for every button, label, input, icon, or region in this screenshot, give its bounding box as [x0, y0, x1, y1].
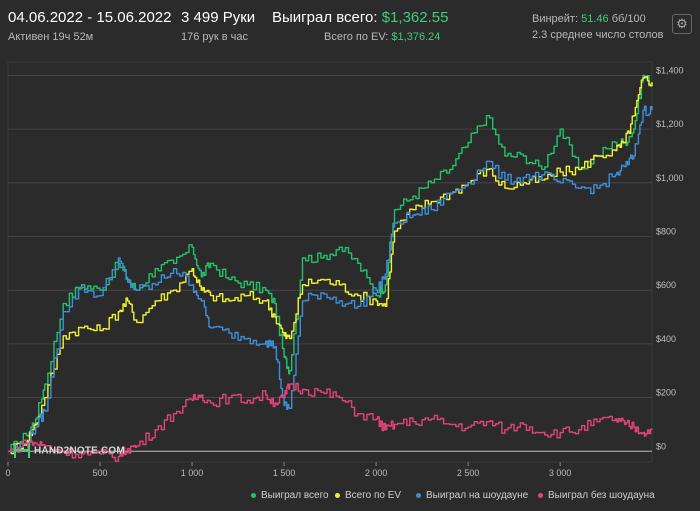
logo-text: HAND2NOTE.COM: [34, 445, 125, 457]
y-tick-label: $400: [656, 334, 676, 344]
chart: $0 $200 $400 $600 $800 $1,000 $1,200 $1,400 0 500…: [5, 61, 684, 478]
legend-item-non-showdown[interactable]: Выиграл без шоудауна: [538, 490, 655, 501]
y-tick-label: $1,200: [656, 119, 684, 129]
legend-dot-icon: [416, 492, 421, 498]
x-tick-label: 500: [93, 468, 108, 478]
hand2note-logo: HAND2NOTE.COM: [14, 444, 125, 458]
legend-label: Всего по EV: [345, 490, 402, 501]
y-tick-label: $800: [656, 226, 676, 236]
legend-dot-icon: [251, 492, 256, 498]
x-tick-label: 0: [5, 468, 10, 478]
legend-label: Выиграл на шоудауне: [426, 490, 529, 501]
plot-area: [7, 61, 653, 463]
y-tick-label: $1,000: [656, 173, 684, 183]
logo-mark-icon: [14, 444, 30, 458]
y-tick-label: $1,400: [656, 65, 684, 75]
legend-dot-icon: [538, 492, 543, 498]
x-tick-label: 1 500: [273, 468, 296, 478]
legend-item-showdown[interactable]: Выиграл на шоудауне: [416, 490, 528, 501]
legend-dot-icon: [335, 492, 340, 498]
x-tick-label: 2 500: [457, 468, 480, 478]
y-tick-label: $600: [656, 280, 676, 290]
chart-legend: Выиграл всего Всего по EV Выиграл на шоу…: [0, 490, 700, 506]
legend-label: Выиграл без шоудауна: [548, 490, 655, 501]
legend-item-won-total[interactable]: Выиграл всего: [251, 490, 329, 501]
legend-item-ev[interactable]: Всего по EV: [335, 490, 401, 501]
y-tick-label: $200: [656, 388, 676, 398]
x-tick-label: 1 000: [181, 468, 204, 478]
y-tick-label: $0: [656, 441, 666, 451]
x-tick-label: 2 000: [365, 468, 388, 478]
x-tick-label: 3 000: [549, 468, 572, 478]
legend-label: Выиграл всего: [261, 490, 329, 501]
